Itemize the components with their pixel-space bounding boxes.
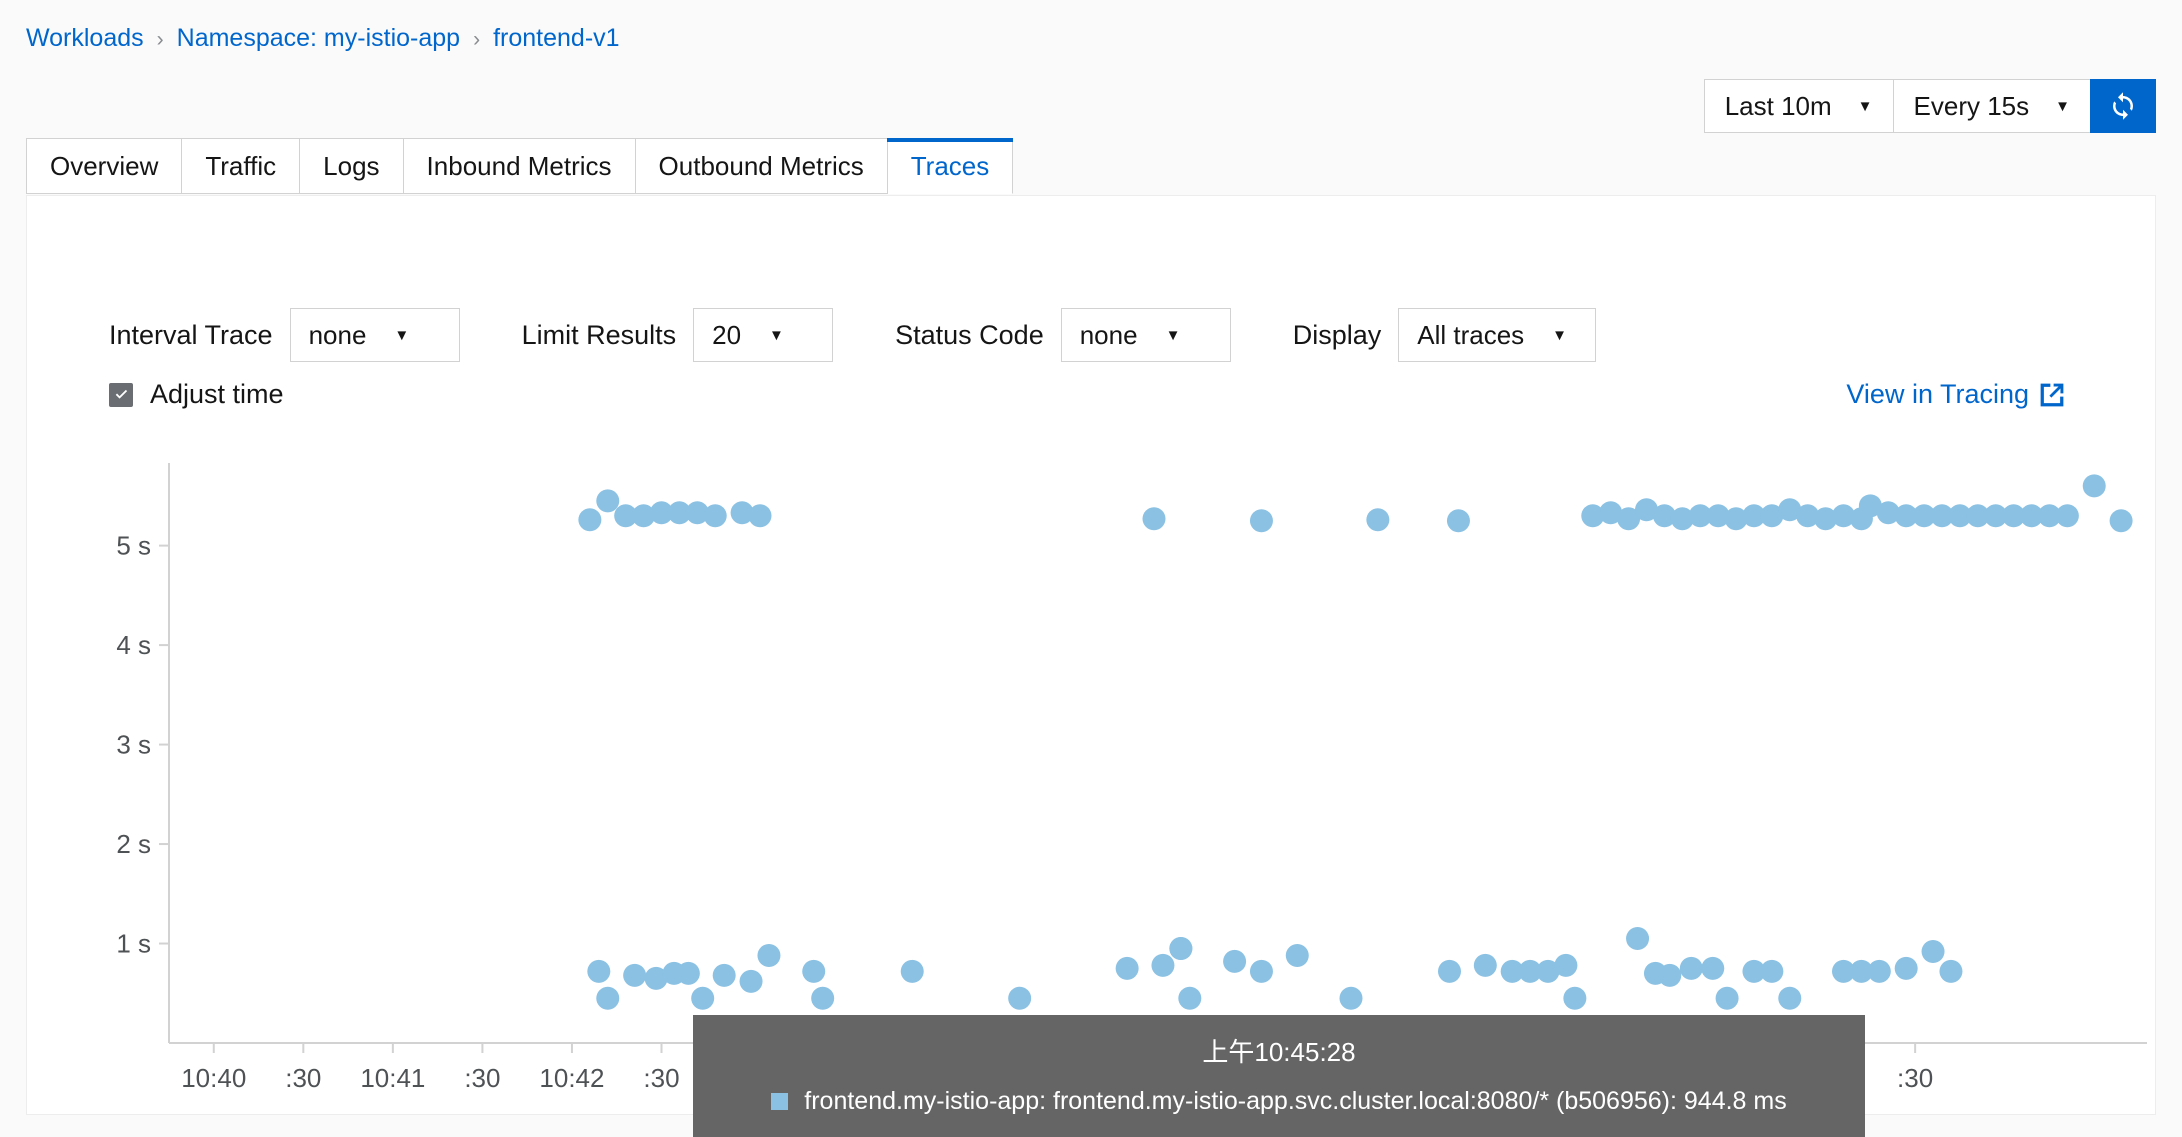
tab-label: Inbound Metrics [426, 150, 612, 181]
tab-inbound-metrics[interactable]: Inbound Metrics [403, 138, 636, 194]
tab-bar: Overview Traffic Logs Inbound Metrics Ou… [26, 138, 1014, 194]
chevron-down-icon: ▼ [2055, 97, 2070, 115]
checkbox-checked-icon [109, 382, 133, 407]
tooltip-swatch-icon [771, 1093, 789, 1110]
tab-logs[interactable]: Logs [300, 138, 404, 194]
svg-text:4 s: 4 s [116, 630, 151, 660]
tab-traces[interactable]: Traces [886, 138, 1014, 194]
breadcrumb-separator-icon: › [156, 27, 164, 51]
tab-label: Overview [50, 150, 159, 181]
svg-text:5 s: 5 s [116, 531, 151, 561]
breadcrumb-item-workload[interactable]: frontend-v1 [493, 24, 619, 53]
status-code-select[interactable]: none ▼ [1060, 308, 1231, 362]
tooltip-timestamp: 上午10:45:28 [1202, 1037, 1356, 1067]
traces-card: Interval Trace none ▼ Limit Results 20 ▼… [26, 195, 2157, 1137]
svg-text::30: :30 [464, 1063, 500, 1093]
tab-traffic[interactable]: Traffic [182, 138, 301, 194]
tab-label: Traces [910, 150, 990, 181]
display-select[interactable]: All traces ▼ [1398, 308, 1597, 362]
chevron-down-icon: ▼ [769, 326, 784, 344]
svg-text::30: :30 [1897, 1063, 1933, 1093]
tooltip-row: frontend.my-istio-app: frontend.my-istio… [693, 1087, 1865, 1116]
interval-trace-label: Interval Trace [109, 319, 273, 350]
svg-text::30: :30 [643, 1063, 679, 1093]
refresh-button[interactable] [2090, 79, 2156, 133]
tab-label: Logs [323, 150, 380, 181]
svg-text:10:42: 10:42 [539, 1063, 604, 1093]
refresh-interval-value: Every 15s [1913, 90, 2030, 121]
limit-results-label: Limit Results [521, 319, 677, 350]
status-code-value: none [1079, 319, 1138, 350]
breadcrumb-item-namespace[interactable]: Namespace: my-istio-app [177, 24, 460, 53]
svg-text::30: :30 [285, 1063, 321, 1093]
svg-text:3 s: 3 s [116, 730, 151, 760]
chart-svg[interactable]: 1 s2 s3 s4 s5 s10:40:3010:41:3010:42:301… [27, 451, 2157, 1111]
traces-scatter-chart: 1 s2 s3 s4 s5 s10:40:3010:41:3010:42:301… [27, 451, 2157, 1111]
traces-page: Workloads › Namespace: my-istio-app › fr… [0, 0, 2182, 1137]
duration-select[interactable]: Last 10m ▼ [1703, 79, 1893, 133]
filter-row: Interval Trace none ▼ Limit Results 20 ▼… [109, 308, 1597, 362]
check-icon [115, 389, 127, 399]
chevron-down-icon: ▼ [394, 326, 410, 344]
svg-text:10:41: 10:41 [360, 1063, 425, 1093]
breadcrumb-separator-icon: › [473, 27, 481, 51]
interval-trace-select[interactable]: none ▼ [289, 308, 460, 362]
svg-text:10:40: 10:40 [181, 1063, 246, 1093]
tab-label: Traffic [205, 150, 277, 181]
adjust-time-checkbox[interactable]: Adjust time [109, 379, 284, 410]
interval-trace-value: none [308, 319, 367, 350]
chevron-down-icon: ▼ [1857, 97, 1873, 115]
status-code-label: Status Code [895, 319, 1044, 350]
view-in-tracing-label: View in Tracing [1846, 379, 2029, 409]
chevron-down-icon: ▼ [1165, 326, 1181, 344]
tab-outbound-metrics[interactable]: Outbound Metrics [635, 138, 888, 194]
limit-results-value: 20 [712, 319, 742, 350]
time-controls: Last 10m ▼ Every 15s ▼ [1703, 79, 2156, 133]
breadcrumb: Workloads › Namespace: my-istio-app › fr… [26, 24, 620, 53]
svg-text:1 s: 1 s [116, 929, 151, 959]
adjust-time-label: Adjust time [150, 379, 284, 409]
duration-value: Last 10m [1724, 90, 1832, 121]
tab-label: Outbound Metrics [658, 150, 864, 181]
refresh-interval-select[interactable]: Every 15s ▼ [1892, 79, 2090, 133]
chevron-down-icon: ▼ [1552, 326, 1568, 344]
breadcrumb-item-workloads[interactable]: Workloads [26, 24, 144, 53]
limit-results-select[interactable]: 20 ▼ [693, 308, 834, 362]
display-label: Display [1292, 319, 1382, 350]
display-value: All traces [1417, 319, 1525, 350]
tab-overview[interactable]: Overview [26, 138, 183, 194]
view-in-tracing-link[interactable]: View in Tracing [1846, 379, 2065, 410]
external-link-icon [2039, 382, 2065, 408]
tooltip-trace-text: frontend.my-istio-app: frontend.my-istio… [804, 1087, 1787, 1115]
svg-text:2 s: 2 s [116, 829, 151, 859]
trace-tooltip: 上午10:45:28 frontend.my-istio-app: fronte… [693, 1015, 1865, 1137]
refresh-icon [2113, 92, 2133, 120]
